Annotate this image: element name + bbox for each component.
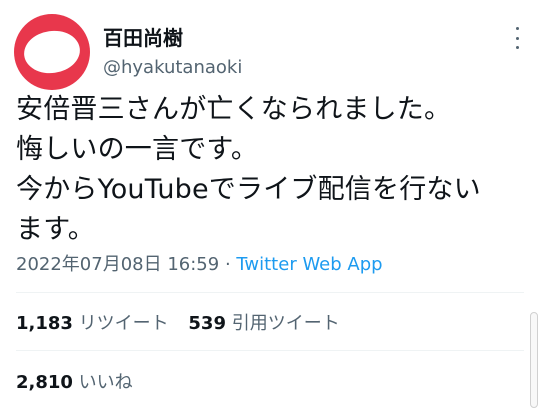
quotes-stat[interactable]: 539 引用ツイート <box>188 313 339 334</box>
tweet-timestamp[interactable]: 2022年07月08日 16:59 <box>16 254 219 275</box>
display-name[interactable]: 百田尚樹 <box>103 22 183 51</box>
more-options-icon[interactable] <box>512 27 522 49</box>
divider <box>16 350 524 351</box>
retweet-stats: 1,183 リツイート 539 引用ツイート <box>16 309 340 335</box>
tweet-text: 安倍晋三さんが亡くなられました。 悔しいの一言です。 今からYouTubeでライ… <box>16 94 481 245</box>
likes-label: いいね <box>78 372 133 393</box>
retweets-stat[interactable]: 1,183 リツイート <box>16 313 169 334</box>
retweets-label: リツイート <box>78 313 169 334</box>
avatar[interactable] <box>14 14 90 90</box>
tweet-source-link[interactable]: Twitter Web App <box>236 254 382 275</box>
avatar-image <box>21 27 83 77</box>
scrollbar[interactable] <box>530 312 538 408</box>
divider <box>16 292 524 293</box>
quotes-label: 引用ツイート <box>231 313 340 334</box>
likes-count: 2,810 <box>16 372 73 393</box>
retweets-count: 1,183 <box>16 313 73 334</box>
likes-stat[interactable]: 2,810 いいね <box>16 372 133 393</box>
like-stats: 2,810 いいね <box>16 368 133 394</box>
meta-separator: · <box>219 254 237 275</box>
quotes-count: 539 <box>188 313 226 334</box>
user-handle[interactable]: @hyakutanaoki <box>103 57 242 78</box>
tweet-meta: 2022年07月08日 16:59 · Twitter Web App <box>16 250 383 276</box>
